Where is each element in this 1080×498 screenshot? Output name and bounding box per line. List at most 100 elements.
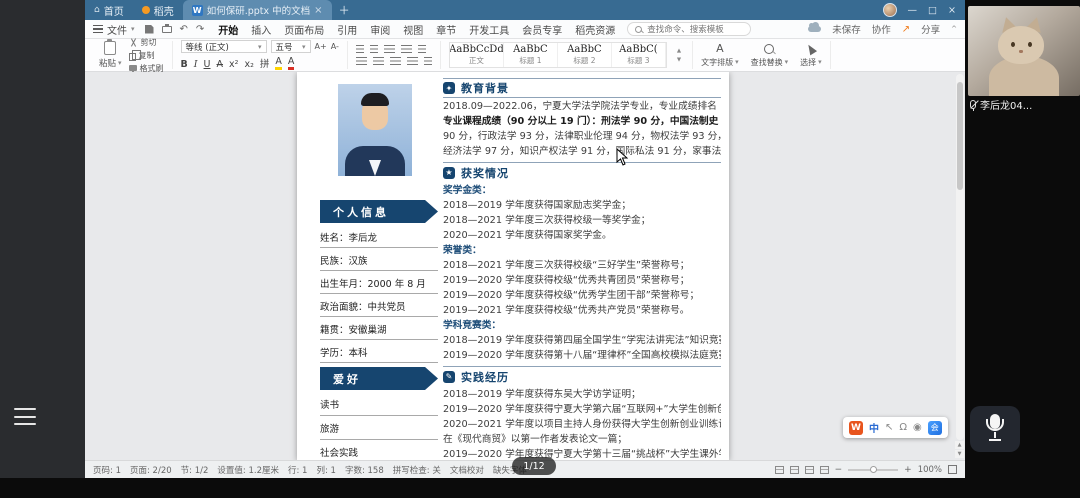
style-option[interactable]: AaBbCcDd 正文 — [450, 43, 504, 67]
format-button[interactable]: x² — [229, 59, 238, 70]
view-mode-icon[interactable] — [805, 466, 814, 474]
select-button[interactable]: 选择▾ — [800, 43, 822, 68]
numbering-icon[interactable] — [370, 45, 378, 53]
style-up-icon[interactable]: ▲ — [677, 48, 681, 54]
vertical-scrollbar[interactable] — [956, 74, 964, 440]
justify-icon[interactable] — [407, 57, 418, 65]
ribbon-tab[interactable]: 引用 — [337, 22, 357, 37]
format-button[interactable]: A — [288, 56, 295, 70]
ribbon-tab[interactable]: 稻壳资源 — [575, 22, 615, 37]
participant-video[interactable] — [968, 6, 1080, 96]
format-button[interactable]: U — [204, 59, 211, 70]
mouse-cursor — [616, 148, 628, 170]
indent-decrease-icon[interactable] — [384, 45, 395, 53]
shrink-font-button[interactable]: A- — [331, 42, 339, 51]
minimize-icon[interactable]: — — [908, 5, 918, 16]
format-button[interactable]: x₂ — [244, 59, 253, 70]
document-page[interactable]: 个人信息 姓名：李后龙 民族：汉族 出生年月：2000 年 8 月 政治面貌：中… — [297, 72, 729, 460]
align-center-icon[interactable] — [373, 57, 384, 65]
copy-button[interactable]: 复制 — [129, 50, 164, 61]
indent-increase-icon[interactable] — [401, 45, 412, 53]
statusbar-item[interactable]: 行: 1 — [288, 464, 307, 476]
view-mode-icon[interactable] — [775, 466, 784, 474]
view-mode-icon[interactable] — [820, 466, 829, 474]
ribbon-tab[interactable]: 审阅 — [370, 22, 390, 37]
mic-tool-icon[interactable]: Ω — [899, 423, 907, 433]
style-down-icon[interactable]: ▼ — [677, 57, 681, 63]
input-language-icon[interactable]: 中 — [869, 420, 879, 435]
fullscreen-icon[interactable] — [948, 465, 957, 474]
style-option[interactable]: AaBbC 标题 2 — [558, 43, 612, 67]
format-button[interactable]: B — [181, 59, 188, 70]
close-tab-icon[interactable]: × — [314, 5, 322, 16]
zoom-out-icon[interactable]: − — [835, 465, 843, 475]
font-size-select[interactable]: 五号▾ — [271, 40, 311, 53]
undo-icon[interactable]: ↶ — [180, 24, 188, 35]
view-mode-icon[interactable] — [790, 466, 799, 474]
line-spacing-icon[interactable] — [424, 57, 432, 65]
format-button[interactable]: A — [217, 59, 224, 70]
statusbar-item[interactable]: 文档校对 — [450, 464, 484, 476]
style-option[interactable]: AaBbC( 标题 3 — [612, 43, 666, 67]
ribbon-tab[interactable]: 视图 — [403, 22, 423, 37]
tab-home[interactable]: ⌂ 首页 — [85, 0, 133, 20]
share-button[interactable]: 分享 — [921, 22, 940, 36]
zoom-knob[interactable] — [870, 466, 877, 473]
ribbon-tab[interactable]: 页面布局 — [284, 22, 324, 37]
style-option[interactable]: AaBbC 标题 1 — [504, 43, 558, 67]
statusbar-item[interactable]: 列: 1 — [316, 464, 335, 476]
zoom-level[interactable]: 100% — [918, 465, 942, 475]
cursor-tool-icon[interactable]: ↖ — [885, 423, 893, 433]
statusbar-item[interactable]: 页面: 2/20 — [130, 464, 172, 476]
ribbon-tab[interactable]: 插入 — [251, 22, 271, 37]
close-icon[interactable]: × — [948, 5, 956, 16]
command-search[interactable] — [627, 22, 751, 36]
grow-font-button[interactable]: A+ — [315, 42, 327, 51]
document-list-icon[interactable] — [14, 408, 36, 425]
statusbar-item[interactable]: 字数: 158 — [345, 464, 384, 476]
ribbon-tab[interactable]: 开发工具 — [469, 22, 509, 37]
next-page-icon[interactable]: ▼ — [955, 450, 964, 458]
previous-page-icon[interactable]: ▲ — [955, 441, 964, 449]
user-avatar[interactable] — [883, 3, 897, 17]
scrollbar-thumb[interactable] — [957, 82, 963, 190]
search-input[interactable] — [647, 24, 743, 34]
tab-docer[interactable]: 稻壳 — [133, 0, 183, 20]
menu-icon — [93, 25, 103, 33]
text-layout-button[interactable]: A 文字排版▾ — [701, 43, 739, 68]
statusbar-item[interactable]: 设置值: 1.2厘米 — [217, 464, 279, 476]
wps-icon[interactable]: W — [849, 421, 863, 435]
cut-button[interactable]: 剪切 — [129, 37, 164, 48]
info-field: 学历：本科 — [320, 340, 438, 363]
maximize-icon[interactable]: □ — [928, 5, 937, 16]
collaborate-button[interactable]: 协作 — [872, 22, 891, 36]
statusbar-item[interactable]: 页码: 1 — [93, 464, 121, 476]
paste-button[interactable]: 粘贴▾ — [99, 41, 122, 69]
meeting-app-icon[interactable]: 会 — [928, 421, 942, 435]
collapse-ribbon-icon[interactable]: ^ — [951, 25, 957, 33]
shading-icon[interactable] — [418, 45, 426, 53]
record-icon[interactable]: ◉ — [913, 423, 922, 433]
save-icon[interactable] — [145, 25, 154, 34]
statusbar-item[interactable]: 节: 1/2 — [181, 464, 209, 476]
ribbon-tab[interactable]: 会员专享 — [522, 22, 562, 37]
format-button[interactable]: A — [275, 56, 282, 70]
microphone-button[interactable] — [970, 406, 1020, 452]
format-button[interactable]: I — [194, 59, 198, 70]
align-left-icon[interactable] — [356, 57, 367, 65]
bullets-icon[interactable] — [356, 45, 364, 53]
new-tab-button[interactable]: ＋ — [332, 2, 357, 18]
print-icon[interactable] — [162, 26, 172, 33]
ribbon-tab[interactable]: 章节 — [436, 22, 456, 37]
font-name-select[interactable]: 等线 (正文)▾ — [181, 40, 267, 53]
tab-document[interactable]: W 如何保研.pptx 中的文档 × — [183, 0, 332, 20]
align-right-icon[interactable] — [390, 57, 401, 65]
redo-icon[interactable]: ↷ — [196, 24, 204, 35]
file-menu-button[interactable]: 文件 ▾ — [93, 22, 135, 37]
statusbar-item[interactable]: 拼写检查: 关 — [393, 464, 441, 476]
format-button[interactable]: 拼 — [260, 59, 270, 70]
zoom-in-icon[interactable]: + — [904, 465, 912, 475]
zoom-slider[interactable] — [848, 469, 898, 471]
find-replace-button[interactable]: 查找替换▾ — [751, 43, 789, 68]
ribbon-tab[interactable]: 开始 — [218, 22, 238, 37]
